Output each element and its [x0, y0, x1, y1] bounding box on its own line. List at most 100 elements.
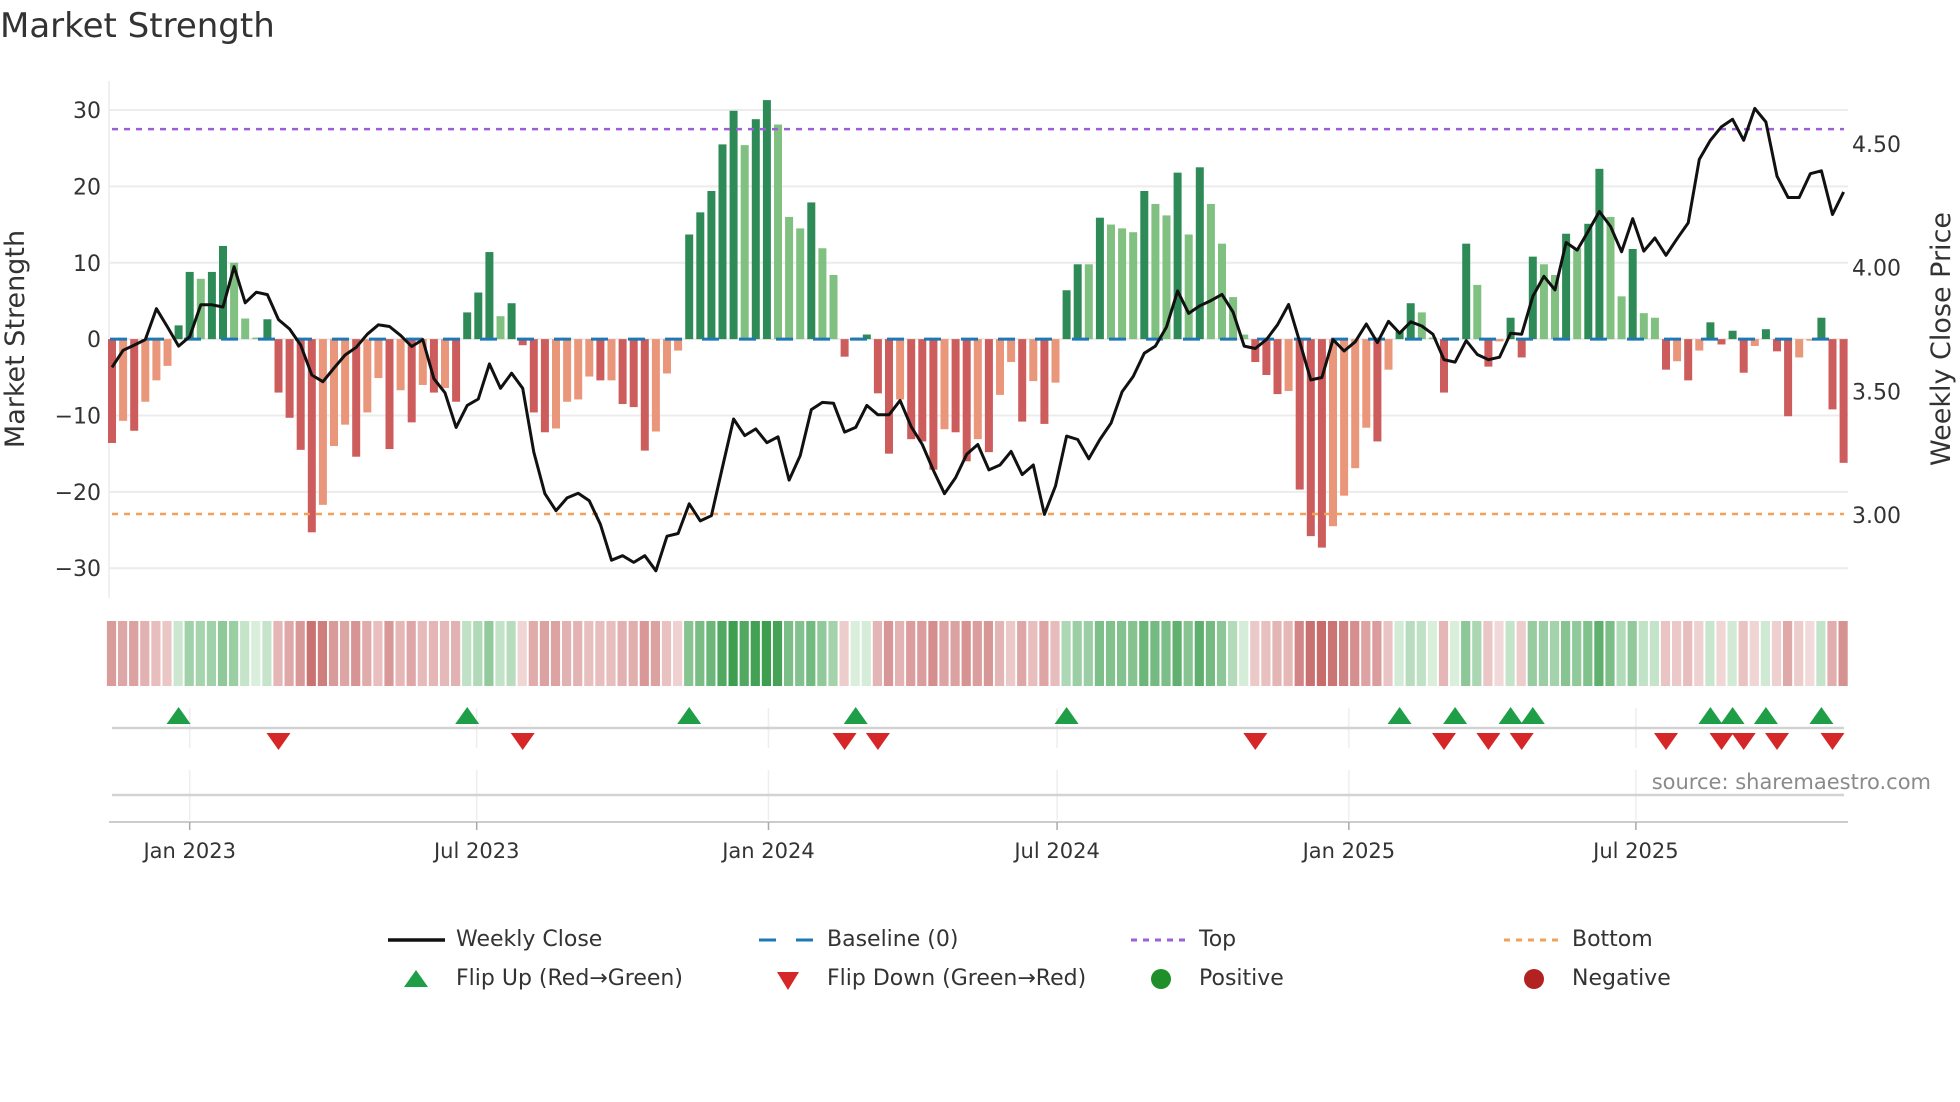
positive-bar [496, 316, 505, 340]
strip-cell [1738, 621, 1748, 686]
strip-cell [1094, 621, 1104, 686]
negative-bar [1262, 339, 1271, 376]
flip-down-marker [510, 733, 535, 750]
negative-bar [918, 339, 927, 442]
x-tick-label: Jan 2025 [1301, 839, 1396, 863]
strip-cell [473, 621, 483, 686]
negative-bar [929, 339, 938, 470]
negative-bar [318, 339, 327, 505]
positive-bar [1462, 243, 1471, 340]
positive-bar [241, 318, 250, 340]
legend-label: Flip Down (Green→Red) [827, 966, 1087, 991]
negative-bar [130, 339, 139, 431]
strip-cell [684, 621, 694, 686]
strip-cell [617, 621, 627, 686]
strip-cell [1283, 621, 1293, 686]
positive-bar [1617, 296, 1626, 340]
strip-cell [1394, 621, 1404, 686]
strip-cell [1805, 621, 1815, 686]
positive-bar [696, 212, 705, 340]
positive-bar [1173, 172, 1182, 340]
negative-bar [885, 339, 893, 454]
flip-up-marker [1720, 707, 1745, 724]
positive-bar [1195, 167, 1204, 340]
negative-bar [1773, 339, 1781, 352]
strip-cell [351, 621, 361, 686]
flip-down-marker [1731, 733, 1756, 750]
strip-cell [584, 621, 594, 686]
strip-cell [1660, 621, 1671, 686]
positive-bar [774, 124, 782, 340]
legend-label: Negative [1572, 966, 1671, 991]
strip-cell [1261, 621, 1271, 686]
positive-bar [1151, 203, 1160, 340]
flip-up-marker [1498, 707, 1523, 724]
strip-cell [761, 621, 771, 686]
legend-label: Bottom [1572, 927, 1653, 952]
strip-cell [1516, 621, 1526, 686]
strip-cell [1183, 621, 1193, 686]
strip-cell [573, 621, 583, 686]
x-tick-label: Jul 2023 [432, 839, 519, 863]
strip-cell [1794, 621, 1804, 686]
strip-cell [506, 621, 516, 686]
strip-cell [1450, 621, 1460, 686]
tri-down-legend-icon [777, 972, 799, 990]
positive-bar [1728, 330, 1737, 340]
negative-bar [285, 339, 294, 418]
y-axis-label: Market Strength [0, 230, 31, 448]
strip-cell [1616, 621, 1626, 686]
negative-bar [385, 339, 394, 450]
strip-cell [106, 621, 117, 686]
negative-bar [618, 339, 627, 405]
flip-up-marker [166, 707, 191, 724]
strip-cell [1216, 621, 1227, 686]
strip-cell [1117, 621, 1127, 686]
negative-bar [1440, 339, 1448, 393]
x-tick-label: Jul 2024 [1012, 839, 1099, 863]
negative-bar [441, 339, 449, 388]
negative-bar [629, 339, 638, 408]
y-tick-label: 10 [73, 252, 101, 277]
strip-cell [1316, 621, 1326, 686]
y-axis-right-label: Weekly Close Price [1926, 212, 1957, 466]
positive-bar [1107, 224, 1115, 340]
y-tick-label: −10 [55, 404, 101, 429]
positive-bar [1095, 217, 1104, 340]
flip-down-marker [1709, 733, 1734, 750]
negative-bar [962, 339, 971, 462]
negative-bar [1695, 339, 1704, 351]
flip-up-marker [677, 707, 702, 724]
positive-bar [718, 144, 727, 340]
positive-bar [762, 100, 771, 340]
strip-cell [428, 621, 438, 686]
flip-down-marker [1765, 733, 1789, 750]
negative-bar [1673, 339, 1682, 362]
positive-bar [1473, 284, 1482, 340]
strip-cell [1339, 621, 1349, 686]
flip-up-marker [1520, 707, 1545, 724]
strip-cell [1239, 621, 1249, 686]
positive-bar [1817, 317, 1826, 340]
strip-cell [895, 621, 905, 686]
strip-cell [1672, 621, 1682, 686]
strip-cell [1705, 621, 1715, 686]
negative-bar [152, 339, 161, 381]
positive-bar [785, 216, 794, 340]
positive-bar [1650, 317, 1659, 340]
strip-cell [1405, 621, 1415, 686]
strip-cell [1727, 621, 1737, 686]
strip-cell [839, 621, 849, 686]
negative-bar [141, 339, 150, 402]
strength-heat-strip [106, 621, 1848, 686]
positive-bar [1084, 264, 1093, 340]
flip-up-marker [1387, 707, 1412, 724]
negative-bar [452, 339, 461, 402]
strip-cell [1350, 621, 1360, 686]
strip-cell [728, 621, 738, 686]
strip-cell [695, 621, 705, 686]
negative-bar [1251, 339, 1260, 363]
strip-cell [151, 621, 161, 686]
negative-bar [1273, 339, 1282, 395]
strip-cell [1527, 621, 1537, 686]
